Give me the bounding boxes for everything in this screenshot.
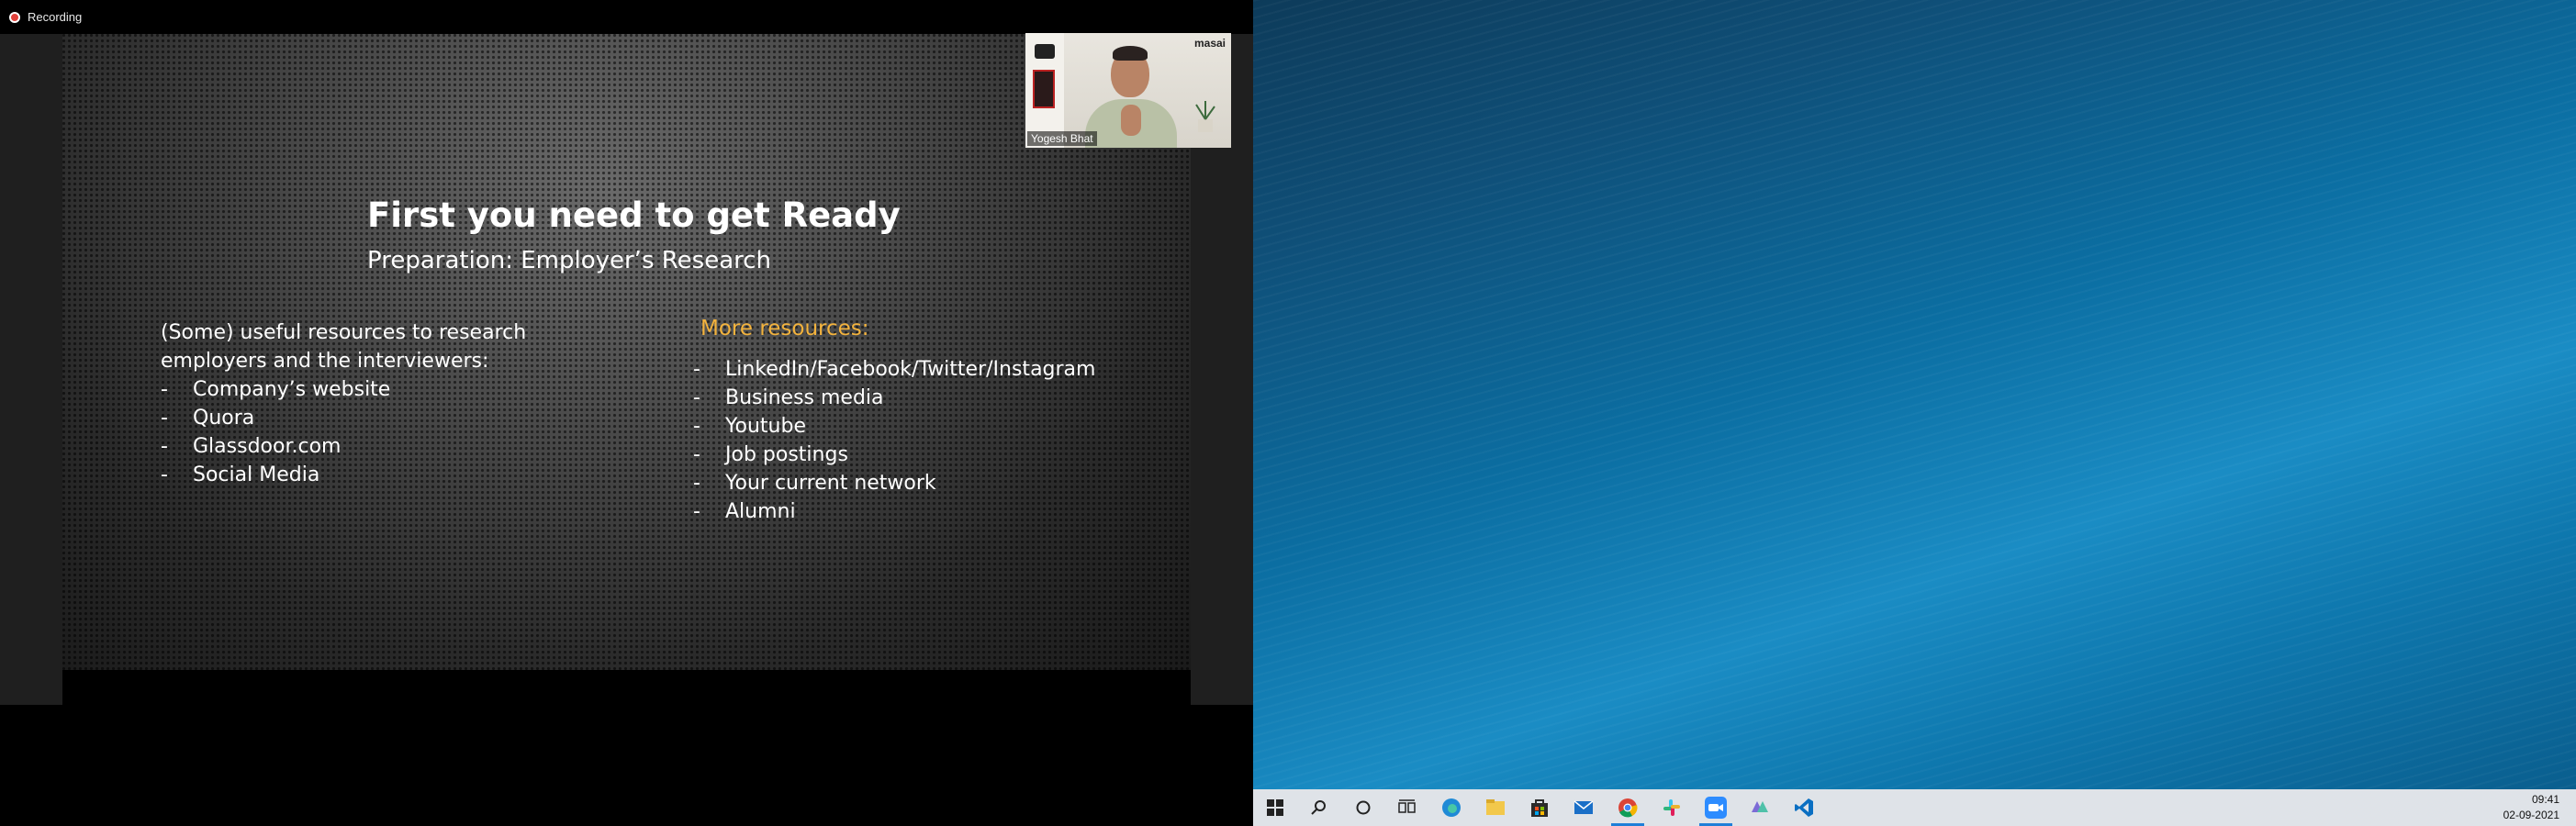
list-item: - Social Media [161,463,320,486]
brand-logo: masai [1193,37,1226,50]
participant-hair [1113,46,1148,61]
edge-icon[interactable] [1440,797,1462,819]
file-explorer-icon[interactable] [1484,797,1506,819]
task-view-icon[interactable] [1396,797,1418,819]
app-icon[interactable] [1749,797,1771,819]
list-item: - Youtube [693,415,806,438]
list-item: - Business media [693,386,884,409]
list-item: - Alumni [693,500,796,523]
shared-slide: First you need to get Ready Preparation:… [62,34,1191,670]
cortana-icon[interactable] [1352,797,1374,819]
list-item: - Job postings [693,443,848,466]
participant-hands [1121,105,1141,136]
windows-start-icon[interactable] [1264,797,1286,819]
store-icon[interactable] [1529,797,1551,819]
plant-icon [1195,101,1215,132]
participant-name: Yogesh Bhat [1027,131,1097,146]
book-prop [1033,70,1055,108]
list-item: - Your current network [693,472,936,495]
more-resources-heading: More resources: [700,317,869,340]
clock-date: 02-09-2021 [2503,809,2559,821]
left-gutter [0,34,62,705]
recording-label: Recording [28,10,83,24]
desktop-wallpaper [1253,0,2576,789]
taskbar: 09:41 02-09-2021 [1253,789,2576,826]
right-resource-list: - LinkedIn/Facebook/Twitter/Instagram - Bu… [693,355,1095,526]
clock-time: 09:41 [2531,793,2559,806]
slide-title: First you need to get Ready [367,195,901,235]
list-item: - Quora [161,407,255,430]
record-icon [9,11,20,23]
chrome-icon[interactable] [1611,797,1644,826]
system-clock[interactable]: 09:41 02-09-2021 [2503,792,2559,823]
zoom-window: Recording First you need to get Ready Pr… [0,0,1253,826]
search-icon[interactable] [1308,797,1330,819]
mail-icon[interactable] [1573,797,1595,819]
participant-video[interactable]: masai Yogesh Bhat [1025,33,1231,148]
zoom-icon[interactable] [1699,797,1732,826]
list-item: - Company’s website [161,378,391,401]
slack-icon[interactable] [1661,797,1683,819]
left-intro-text: (Some) useful resources to research empl… [161,321,527,373]
left-resource-list: - Company’s website - Quora - Glassdoor.com… [161,375,390,489]
slide-subtitle: Preparation: Employer’s Research [367,247,772,274]
list-item: - LinkedIn/Facebook/Twitter/Instagram [693,358,1096,381]
vscode-icon[interactable] [1793,797,1815,819]
list-item: - Glassdoor.com [161,435,342,458]
camera-prop [1035,44,1055,59]
recording-indicator: Recording [9,10,82,24]
